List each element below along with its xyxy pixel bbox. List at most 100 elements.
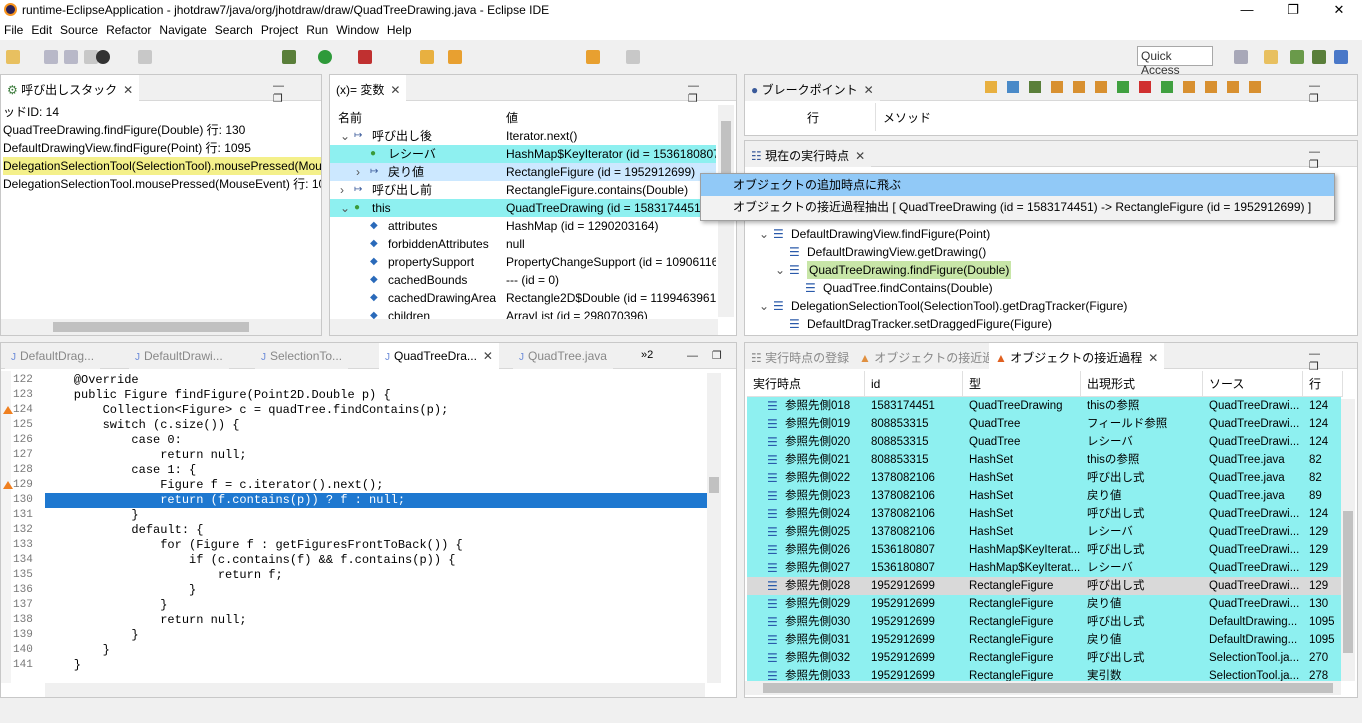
- close-button[interactable]: ✕: [1316, 0, 1362, 20]
- menu-file[interactable]: File: [4, 23, 31, 37]
- open-icon[interactable]: [985, 81, 997, 93]
- menu-project[interactable]: Project: [261, 23, 306, 37]
- tab-overflow[interactable]: »2: [641, 349, 653, 361]
- code-line[interactable]: case 0:: [45, 433, 707, 448]
- variable-row[interactable]: ◆ cachedBounds --- (id = 0): [330, 271, 716, 289]
- tree-node[interactable]: ⌄ ☰ DefaultDrawingView.findFigure(Point): [745, 225, 1355, 243]
- open-type-icon[interactable]: [448, 50, 462, 64]
- code-line[interactable]: return null;: [45, 613, 707, 628]
- variable-row[interactable]: ◆ cachedDrawingArea Rectangle2D$Double (id…: [330, 289, 716, 307]
- code-line[interactable]: }: [45, 598, 707, 613]
- view-minmax[interactable]: —❐: [1309, 146, 1357, 171]
- tree-node[interactable]: ☰ DefaultDragTracker.setDraggedFigure(Fig…: [745, 315, 1355, 333]
- new-icon[interactable]: [6, 50, 20, 64]
- chevron-down-icon[interactable]: ⌄: [759, 297, 769, 315]
- menu-search[interactable]: Search: [215, 23, 261, 37]
- tab-breakpoints[interactable]: ● ブレークポイント ✕: [745, 75, 880, 101]
- perspective-debug-icon[interactable]: [1312, 50, 1326, 64]
- code-line[interactable]: switch (c.size()) {: [45, 418, 707, 433]
- code-line[interactable]: return (f.contains(p)) ? f : null;: [45, 493, 707, 508]
- column-header[interactable]: id: [865, 371, 963, 397]
- menu-item-jump-to-add-point[interactable]: オブジェクトの追加時点に飛ぶ: [701, 174, 1334, 196]
- back-step-icon[interactable]: [1117, 81, 1129, 93]
- approach-row[interactable]: ☰ 参照先側022 1378082106 HashSet 呼び出し式 QuadTree.j…: [747, 469, 1341, 487]
- view-minmax[interactable]: —❐: [1309, 348, 1357, 373]
- menu-window[interactable]: Window: [336, 23, 387, 37]
- variable-row[interactable]: › ↦ 戻り値 RectangleFigure (id = 1952912699): [330, 163, 716, 181]
- code-line[interactable]: return f;: [45, 568, 707, 583]
- quick-access-input[interactable]: Quick Access: [1137, 46, 1213, 77]
- stack-frame[interactable]: ッドID: 14: [3, 103, 321, 121]
- editor-tab[interactable]: J QuadTreeDra... ✕: [379, 343, 499, 369]
- stack-frame[interactable]: DelegationSelectionTool.mousePressed(Mou…: [3, 175, 321, 193]
- approach-row[interactable]: ☰ 参照先側020 808853315 QuadTree レシーバ QuadTreeDra…: [747, 433, 1341, 451]
- drop-frame-icon[interactable]: [1249, 81, 1261, 93]
- menu-source[interactable]: Source: [60, 23, 106, 37]
- approach-row[interactable]: ☰ 参照先側025 1378082106 HashSet レシーバ QuadTreeDra…: [747, 523, 1341, 541]
- tab-variables[interactable]: (x)= 変数 ✕: [330, 75, 407, 101]
- scroll-thumb[interactable]: [721, 121, 731, 181]
- scroll-thumb[interactable]: [53, 322, 249, 332]
- perspective-custom-icon[interactable]: [1334, 50, 1348, 64]
- menu-help[interactable]: Help: [387, 23, 420, 37]
- approach-vscrollbar[interactable]: [1341, 399, 1355, 681]
- chevron-right-icon[interactable]: ›: [340, 181, 344, 199]
- tab-approach-2[interactable]: ▲ オブジェクトの接近過程 ✕: [989, 343, 1165, 369]
- debug-icon[interactable]: [282, 50, 296, 64]
- approach-row[interactable]: ☰ 参照先側030 1952912699 RectangleFigure 呼び出し式 De…: [747, 613, 1341, 631]
- close-icon[interactable]: ✕: [864, 83, 874, 97]
- tree-node[interactable]: ⌄ ☰ QuadTreeDrawing.findFigure(Double): [745, 261, 1355, 279]
- perspective-team-icon[interactable]: [1290, 50, 1304, 64]
- perspective-java-icon[interactable]: [1264, 50, 1278, 64]
- menu-run[interactable]: Run: [306, 23, 336, 37]
- approach-row[interactable]: ☰ 参照先側029 1952912699 RectangleFigure 戻り値 Quad…: [747, 595, 1341, 613]
- column-header[interactable]: 型: [963, 371, 1081, 397]
- close-icon[interactable]: ✕: [390, 83, 400, 97]
- toggle-breakpoint-icon[interactable]: [96, 50, 110, 64]
- code-line[interactable]: }: [45, 583, 707, 598]
- approach-hscrollbar[interactable]: [745, 681, 1341, 695]
- new-class-icon[interactable]: [420, 50, 434, 64]
- forward-icon[interactable]: [626, 50, 640, 64]
- tree-node[interactable]: ☰ DefaultDrawingView.getDrawing(): [745, 243, 1355, 261]
- code-line[interactable]: Collection<Figure> c = quadTree.findCont…: [45, 403, 707, 418]
- view-minmax[interactable]: —❐: [687, 349, 736, 362]
- code-line[interactable]: case 1: {: [45, 463, 707, 478]
- stack-frame[interactable]: DelegationSelectionTool(SelectionTool).m…: [3, 157, 321, 175]
- close-icon[interactable]: ✕: [123, 83, 133, 97]
- chevron-down-icon[interactable]: ⌄: [340, 199, 350, 217]
- step-into-icon[interactable]: [1183, 81, 1195, 93]
- code-line[interactable]: if (c.contains(f) && f.contains(p)) {: [45, 553, 707, 568]
- tab-register-point[interactable]: ☷ 実行時点の登録: [745, 343, 856, 369]
- link-icon[interactable]: [1007, 81, 1019, 93]
- scroll-thumb[interactable]: [709, 477, 719, 493]
- code-line[interactable]: @Override: [45, 373, 707, 388]
- coverage-icon[interactable]: [358, 50, 372, 64]
- column-header[interactable]: 実行時点: [747, 371, 865, 397]
- code-line[interactable]: }: [45, 628, 707, 643]
- approach-row[interactable]: ☰ 参照先側026 1536180807 HashMap$KeyIterat... 呼び…: [747, 541, 1341, 559]
- chevron-down-icon[interactable]: ⌄: [340, 127, 350, 145]
- code-line[interactable]: }: [45, 658, 707, 673]
- chevron-right-icon[interactable]: ›: [356, 163, 360, 181]
- variable-row[interactable]: ◆ attributes HashMap (id = 1290203164): [330, 217, 716, 235]
- tree-node[interactable]: ☰ QuadTree.findContains(Double): [745, 279, 1355, 297]
- step-icon[interactable]: [1051, 81, 1063, 93]
- code-line[interactable]: public Figure findFigure(Point2D.Double …: [45, 388, 707, 403]
- variable-row[interactable]: ● レシーバ HashMap$KeyIterator (id = 153618080…: [330, 145, 716, 163]
- column-header[interactable]: 行: [1303, 371, 1343, 397]
- approach-row[interactable]: ☰ 参照先側018 1583174451 QuadTreeDrawing thisの参照…: [747, 397, 1341, 415]
- menu-navigate[interactable]: Navigate: [159, 23, 214, 37]
- resume-icon[interactable]: [1161, 81, 1173, 93]
- callstack-hscrollbar[interactable]: [1, 319, 321, 335]
- undo-icon[interactable]: [1073, 81, 1085, 93]
- stack-frame[interactable]: QuadTreeDrawing.findFigure(Double) 行: 13…: [3, 121, 321, 139]
- tab-current-point[interactable]: ☷ 現在の実行時点 ✕: [745, 141, 872, 167]
- code-line[interactable]: return null;: [45, 448, 707, 463]
- bp-col-line[interactable]: 行: [807, 109, 819, 126]
- chevron-down-icon[interactable]: ⌄: [759, 225, 769, 243]
- back-icon[interactable]: [586, 50, 600, 64]
- redo-icon[interactable]: [1095, 81, 1107, 93]
- variable-row[interactable]: › ↦ 呼び出し前 RectangleFigure.contains(Double): [330, 181, 716, 199]
- code-line[interactable]: Figure f = c.iterator().next();: [45, 478, 707, 493]
